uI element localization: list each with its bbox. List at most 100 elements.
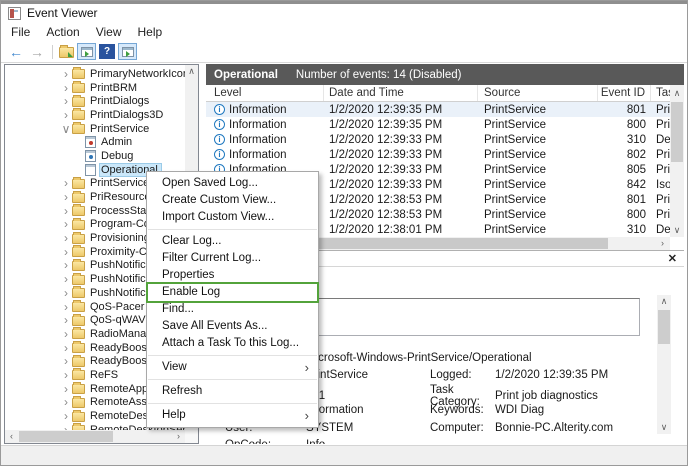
chevron-collapsed-icon[interactable]: › [60,246,72,258]
chevron-collapsed-icon[interactable]: › [60,301,72,313]
chevron-collapsed-icon[interactable]: › [60,82,72,94]
scroll-down-icon[interactable]: ∨ [657,421,671,434]
menu-item-view[interactable]: View › [147,359,318,376]
menu-separator [148,355,317,356]
scroll-left-icon[interactable]: ‹ [5,430,18,443]
date-cell: 1/2/2020 12:39:35 PM [329,118,443,131]
column-level[interactable]: Level [206,85,324,101]
column-source[interactable]: Source [478,85,598,101]
tree-item-primarynetworkicon[interactable]: › PrimaryNetworkIcon [5,67,185,81]
tree-item-printdialogs[interactable]: › PrintDialogs [5,94,185,108]
tree-item-printdialogs3d[interactable]: › PrintDialogs3D [5,108,185,122]
menu-file[interactable]: File [3,22,38,41]
column-date-and-time[interactable]: Date and Time [324,85,478,101]
chevron-collapsed-icon[interactable]: › [60,218,72,230]
forward-arrow-icon[interactable]: → [28,44,46,60]
chevron-collapsed-icon[interactable]: › [60,396,72,408]
event-row[interactable]: i Information 1/2/2020 12:39:33 PM PrintSer… [206,147,670,162]
menu-item-save-all-events-as[interactable]: Save All Events As... [147,318,318,335]
chevron-collapsed-icon[interactable]: › [60,314,72,326]
scrollbar-thumb[interactable] [19,431,113,442]
open-saved-log-icon[interactable] [59,45,74,58]
tree-item-printservice[interactable]: ∨ PrintService [5,122,185,136]
chevron-collapsed-icon[interactable]: › [60,410,72,422]
task-cell: Del [656,133,670,146]
folder-icon [72,231,85,244]
scroll-up-icon[interactable]: ∧ [185,65,198,78]
help-icon[interactable]: ? [99,44,115,59]
chevron-collapsed-icon[interactable]: › [60,369,72,381]
chevron-collapsed-icon[interactable]: › [60,287,72,299]
menu-item-find[interactable]: Find... [147,301,318,318]
scrollbar-thumb[interactable] [671,102,683,162]
menu-item-clear-log[interactable]: Clear Log... [147,233,318,250]
chevron-collapsed-icon[interactable]: › [60,95,72,107]
menu-separator [148,229,317,230]
menu-item-attach-task[interactable]: Attach a Task To this Log... [147,335,318,352]
list-vertical-scrollbar[interactable]: ∧ ∨ [670,85,684,237]
task-cell: Isol [656,178,670,191]
folder-icon [72,409,85,422]
event-row[interactable]: i Information 1/2/2020 12:39:35 PM PrintSer… [206,102,670,117]
folder-icon [72,354,85,367]
task-cell: Pri [656,193,670,206]
chevron-collapsed-icon[interactable]: › [60,383,72,395]
back-arrow-icon[interactable]: ← [7,44,25,60]
tree-horizontal-scrollbar[interactable]: ‹ › [5,430,185,443]
scroll-up-icon[interactable]: ∧ [670,87,684,100]
tree-item-label: QoS-Pacer [90,300,145,313]
tree-item-printbrm[interactable]: › PrintBRM [5,81,185,95]
menu-item-enable-log[interactable]: Enable Log [146,282,319,303]
admin-log-icon [85,136,96,149]
chevron-collapsed-icon[interactable]: › [60,109,72,121]
show-action-pane-toggle[interactable] [118,43,137,60]
log-header-bar: Operational Number of events: 14 (Disabl… [206,64,684,85]
scroll-right-icon[interactable]: › [656,237,669,250]
chevron-expanded-icon[interactable]: ∨ [60,123,72,135]
toolbar-separator [52,44,53,59]
menu-item-open-saved-log[interactable]: Open Saved Log... [147,175,318,192]
toolbar: ← → ? [1,41,687,63]
menu-action[interactable]: Action [38,22,87,41]
chevron-collapsed-icon[interactable]: › [60,191,72,203]
chevron-collapsed-icon[interactable]: › [60,177,72,189]
details-vertical-scrollbar[interactable]: ∧ ∨ [657,295,671,434]
chevron-collapsed-icon[interactable]: › [60,355,72,367]
level-cell: Information [229,133,287,146]
scrollbar-thumb[interactable] [658,310,670,344]
column-task[interactable]: Tas [651,85,670,101]
chevron-collapsed-icon[interactable]: › [60,68,72,80]
chevron-collapsed-icon[interactable]: › [60,328,72,340]
show-console-tree-toggle[interactable] [77,43,96,60]
scroll-right-icon[interactable]: › [172,430,185,443]
event-row[interactable]: i Information 1/2/2020 12:39:33 PM PrintSer… [206,132,670,147]
menu-item-properties[interactable]: Properties [147,267,318,284]
menu-item-create-custom-view[interactable]: Create Custom View... [147,192,318,209]
column-event-id[interactable]: Event ID [598,85,651,101]
event-id-cell: 800 [626,118,646,131]
scroll-up-icon[interactable]: ∧ [657,295,671,308]
chevron-collapsed-icon[interactable]: › [60,342,72,354]
tree-item-admin[interactable]: Admin [5,135,185,149]
event-id-cell: 802 [626,148,646,161]
log-title: Operational [214,68,278,81]
scroll-down-icon[interactable]: ∨ [670,224,684,237]
event-id-value: 801 [306,390,430,402]
folder-icon [72,300,85,313]
source-cell: PrintService [484,133,546,146]
event-row[interactable]: i Information 1/2/2020 12:39:35 PM PrintSer… [206,117,670,132]
chevron-collapsed-icon[interactable]: › [60,205,72,217]
chevron-collapsed-icon[interactable]: › [60,273,72,285]
close-icon[interactable]: ✕ [668,252,677,265]
folder-icon [72,395,85,408]
chevron-collapsed-icon[interactable]: › [60,232,72,244]
folder-icon [72,327,85,340]
menu-item-filter-current-log[interactable]: Filter Current Log... [147,250,318,267]
menu-view[interactable]: View [88,22,130,41]
menu-help[interactable]: Help [130,22,171,41]
menu-item-import-custom-view[interactable]: Import Custom View... [147,209,318,226]
menu-item-help[interactable]: Help › [147,407,318,424]
menu-item-refresh[interactable]: Refresh [147,383,318,400]
chevron-collapsed-icon[interactable]: › [60,259,72,271]
tree-item-debug[interactable]: Debug [5,149,185,163]
